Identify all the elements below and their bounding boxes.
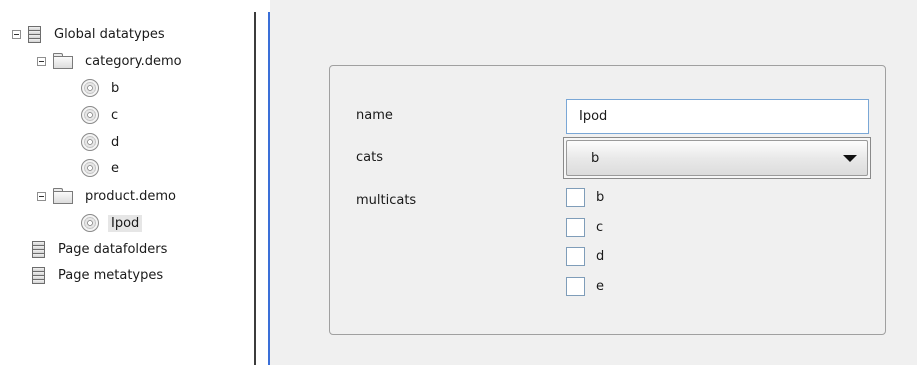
multicats-option-e[interactable]: e bbox=[566, 277, 604, 296]
name-input[interactable] bbox=[566, 99, 869, 134]
tree-node-label: c bbox=[111, 107, 119, 123]
tree-node-label: product.demo bbox=[85, 188, 176, 204]
multicats-option-b[interactable]: b bbox=[566, 188, 604, 207]
tree-node-page-datafolders[interactable]: Page datafolders bbox=[32, 238, 170, 260]
disc-icon bbox=[81, 214, 99, 232]
checkbox-label: d bbox=[596, 249, 605, 264]
tree-node-category-e[interactable]: e bbox=[81, 157, 122, 179]
tree-node-page-metatypes[interactable]: Page metatypes bbox=[32, 264, 166, 286]
collapse-toggle-icon[interactable] bbox=[37, 191, 46, 201]
tree-node-category-b[interactable]: b bbox=[81, 77, 122, 99]
tree-node-label: Page metatypes bbox=[58, 267, 164, 283]
datatype-tree: Global datatypes category.demo b c d e p… bbox=[0, 0, 255, 365]
checkbox-label: e bbox=[596, 279, 604, 294]
tree-node-label: category.demo bbox=[85, 53, 182, 69]
tree-node-label: e bbox=[111, 160, 119, 176]
multicats-label: multicats bbox=[356, 193, 417, 208]
collapse-toggle-icon[interactable] bbox=[37, 56, 46, 66]
splitter-handle[interactable] bbox=[254, 12, 256, 365]
tree-node-category-demo[interactable]: category.demo bbox=[37, 50, 185, 72]
tree-node-label: Global datatypes bbox=[54, 26, 165, 42]
tree-node-category-d[interactable]: d bbox=[81, 131, 122, 153]
tree-node-label: Page datafolders bbox=[58, 241, 168, 257]
multicats-option-c[interactable]: c bbox=[566, 218, 603, 237]
database-icon bbox=[32, 240, 45, 258]
disc-icon bbox=[81, 133, 99, 151]
disc-icon bbox=[81, 79, 99, 97]
form-group-box: name cats b multicats b c d e bbox=[329, 65, 886, 335]
tree-node-product-ipod[interactable]: Ipod bbox=[81, 212, 143, 234]
folder-icon bbox=[53, 53, 73, 69]
name-label: name bbox=[356, 108, 393, 123]
disc-icon bbox=[81, 106, 99, 124]
checkbox-label: c bbox=[596, 220, 604, 235]
database-icon bbox=[32, 266, 45, 284]
database-icon bbox=[28, 25, 41, 43]
tree-node-label: Ipod bbox=[108, 214, 143, 232]
checkbox[interactable] bbox=[566, 277, 585, 296]
tree-node-category-c[interactable]: c bbox=[81, 104, 121, 126]
cats-label: cats bbox=[356, 150, 383, 165]
tree-node-product-demo[interactable]: product.demo bbox=[37, 185, 179, 207]
tree-node-label: b bbox=[111, 80, 120, 96]
dropdown-arrow-icon bbox=[843, 155, 857, 162]
cats-selected-value: b bbox=[591, 150, 600, 166]
multicats-option-d[interactable]: d bbox=[566, 247, 604, 266]
folder-icon bbox=[53, 188, 73, 204]
checkbox[interactable] bbox=[566, 218, 585, 237]
checkbox[interactable] bbox=[566, 247, 585, 266]
checkbox[interactable] bbox=[566, 188, 585, 207]
tree-node-global-datatypes[interactable]: Global datatypes bbox=[12, 23, 168, 45]
editor-panel: name cats b multicats b c d e bbox=[270, 0, 917, 365]
disc-icon bbox=[81, 159, 99, 177]
tree-node-label: d bbox=[111, 134, 120, 150]
collapse-toggle-icon[interactable] bbox=[12, 29, 21, 39]
checkbox-label: b bbox=[596, 190, 605, 205]
cats-select[interactable]: b bbox=[563, 137, 871, 179]
